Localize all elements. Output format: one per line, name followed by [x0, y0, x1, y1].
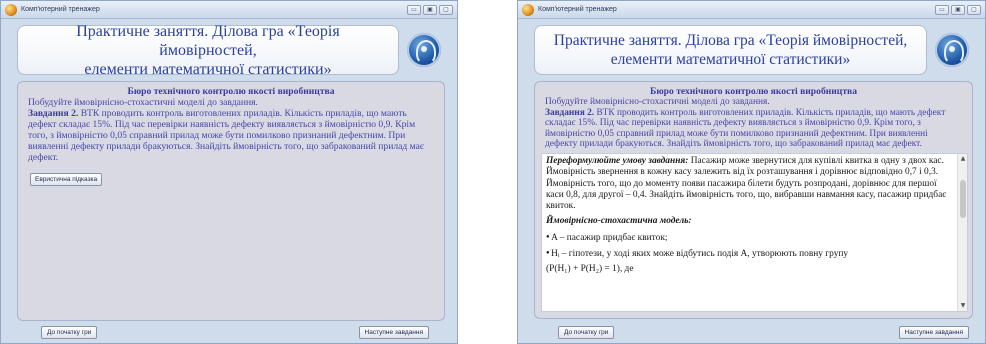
- maximize-button[interactable]: ▣: [423, 4, 437, 15]
- task-instruction: Побудуйте ймовірнісно-стохастичні моделі…: [545, 97, 770, 107]
- task-panel: Бюро технічного контролю якості виробниц…: [17, 81, 445, 321]
- app-icon: [522, 3, 534, 16]
- vertical-scrollbar[interactable]: ▲ ▼: [957, 153, 967, 311]
- reformulate-label: Переформулюйте умову завдання:: [546, 155, 689, 166]
- minimize-button[interactable]: ▭: [935, 4, 949, 15]
- hint-scroll-area[interactable]: Переформулюйте умову завдання: Пасажир м…: [541, 152, 968, 312]
- task-description: Завдання 2. ВТК проводить контроль вигот…: [545, 108, 962, 150]
- close-button[interactable]: ▢: [439, 4, 453, 15]
- title-bar: Комп'ютерний тренажер ▭ ▣ ▢: [518, 1, 985, 19]
- section-title: Бюро технічного контролю якості виробниц…: [127, 86, 335, 97]
- globe-logo-icon: [935, 33, 969, 67]
- page-title-line1: Практичне заняття. Ділова гра «Теорія йм…: [553, 32, 908, 49]
- task-label: Завдання 2.: [545, 107, 595, 118]
- page-title: Практичне заняття. Ділова гра «Теорія йм…: [534, 25, 927, 75]
- scroll-thumb[interactable]: [960, 179, 966, 218]
- back-to-start-button[interactable]: До початку гри: [558, 326, 615, 339]
- reformulate-paragraph: Переформулюйте умову завдання: Пасажир м…: [546, 156, 953, 212]
- window-title: Комп'ютерний тренажер: [21, 6, 100, 13]
- next-task-button[interactable]: Наступне завдання: [898, 326, 969, 339]
- task-text: ВТК проводить контроль виготовлених прил…: [545, 107, 946, 150]
- model-label: Ймовірнісно-стохастична модель:: [546, 216, 692, 227]
- bullet-hypotheses: Hᵢ – гіпотези, у ході яких може відбутис…: [546, 248, 953, 260]
- minimize-button[interactable]: ▭: [407, 4, 421, 15]
- back-to-start-button[interactable]: До початку гри: [41, 326, 98, 339]
- close-button[interactable]: ▢: [967, 4, 981, 15]
- bullet-event-a: A – пасажир придбає квиток;: [546, 232, 953, 244]
- trainer-window-initial: Комп'ютерний тренажер ▭ ▣ ▢ Практичне за…: [0, 0, 458, 344]
- task-text: ВТК проводить контроль виготовлених прил…: [28, 108, 425, 163]
- app-icon: [5, 3, 17, 16]
- trainer-window-hint: Комп'ютерний тренажер ▭ ▣ ▢ Практичне за…: [517, 0, 986, 344]
- page-title-line2: елементи математичної статистики»: [84, 60, 332, 78]
- task-label: Завдання 2.: [28, 108, 79, 119]
- next-task-button[interactable]: Наступне завдання: [358, 326, 429, 339]
- page-title-line2: елементи математичної статистики»: [610, 51, 851, 68]
- section-title: Бюро технічного контролю якості виробниц…: [649, 86, 858, 97]
- task-instruction: Побудуйте ймовірнісно-стохастичні моделі…: [28, 97, 258, 108]
- window-title: Комп'ютерний тренажер: [538, 6, 617, 13]
- maximize-button[interactable]: ▣: [951, 4, 965, 15]
- globe-logo-icon: [407, 33, 441, 67]
- page-title: Практичне заняття. Ділова гра «Теорія йм…: [17, 22, 399, 78]
- formula-text: (P(H₁) + P(H₂) = 1), де: [546, 264, 634, 275]
- page-title-line1: Практичне заняття. Ділова гра «Теорія йм…: [76, 22, 340, 59]
- heuristic-hint-button[interactable]: Евристична підказка: [30, 173, 103, 186]
- task-panel: Бюро технічного контролю якості виробниц…: [534, 81, 973, 319]
- scroll-down-arrow-icon[interactable]: ▼: [958, 301, 967, 311]
- scroll-up-arrow-icon[interactable]: ▲: [958, 154, 967, 164]
- title-bar: Комп'ютерний тренажер ▭ ▣ ▢: [1, 1, 457, 19]
- task-description: Завдання 2. ВТК проводить контроль вигот…: [28, 108, 434, 163]
